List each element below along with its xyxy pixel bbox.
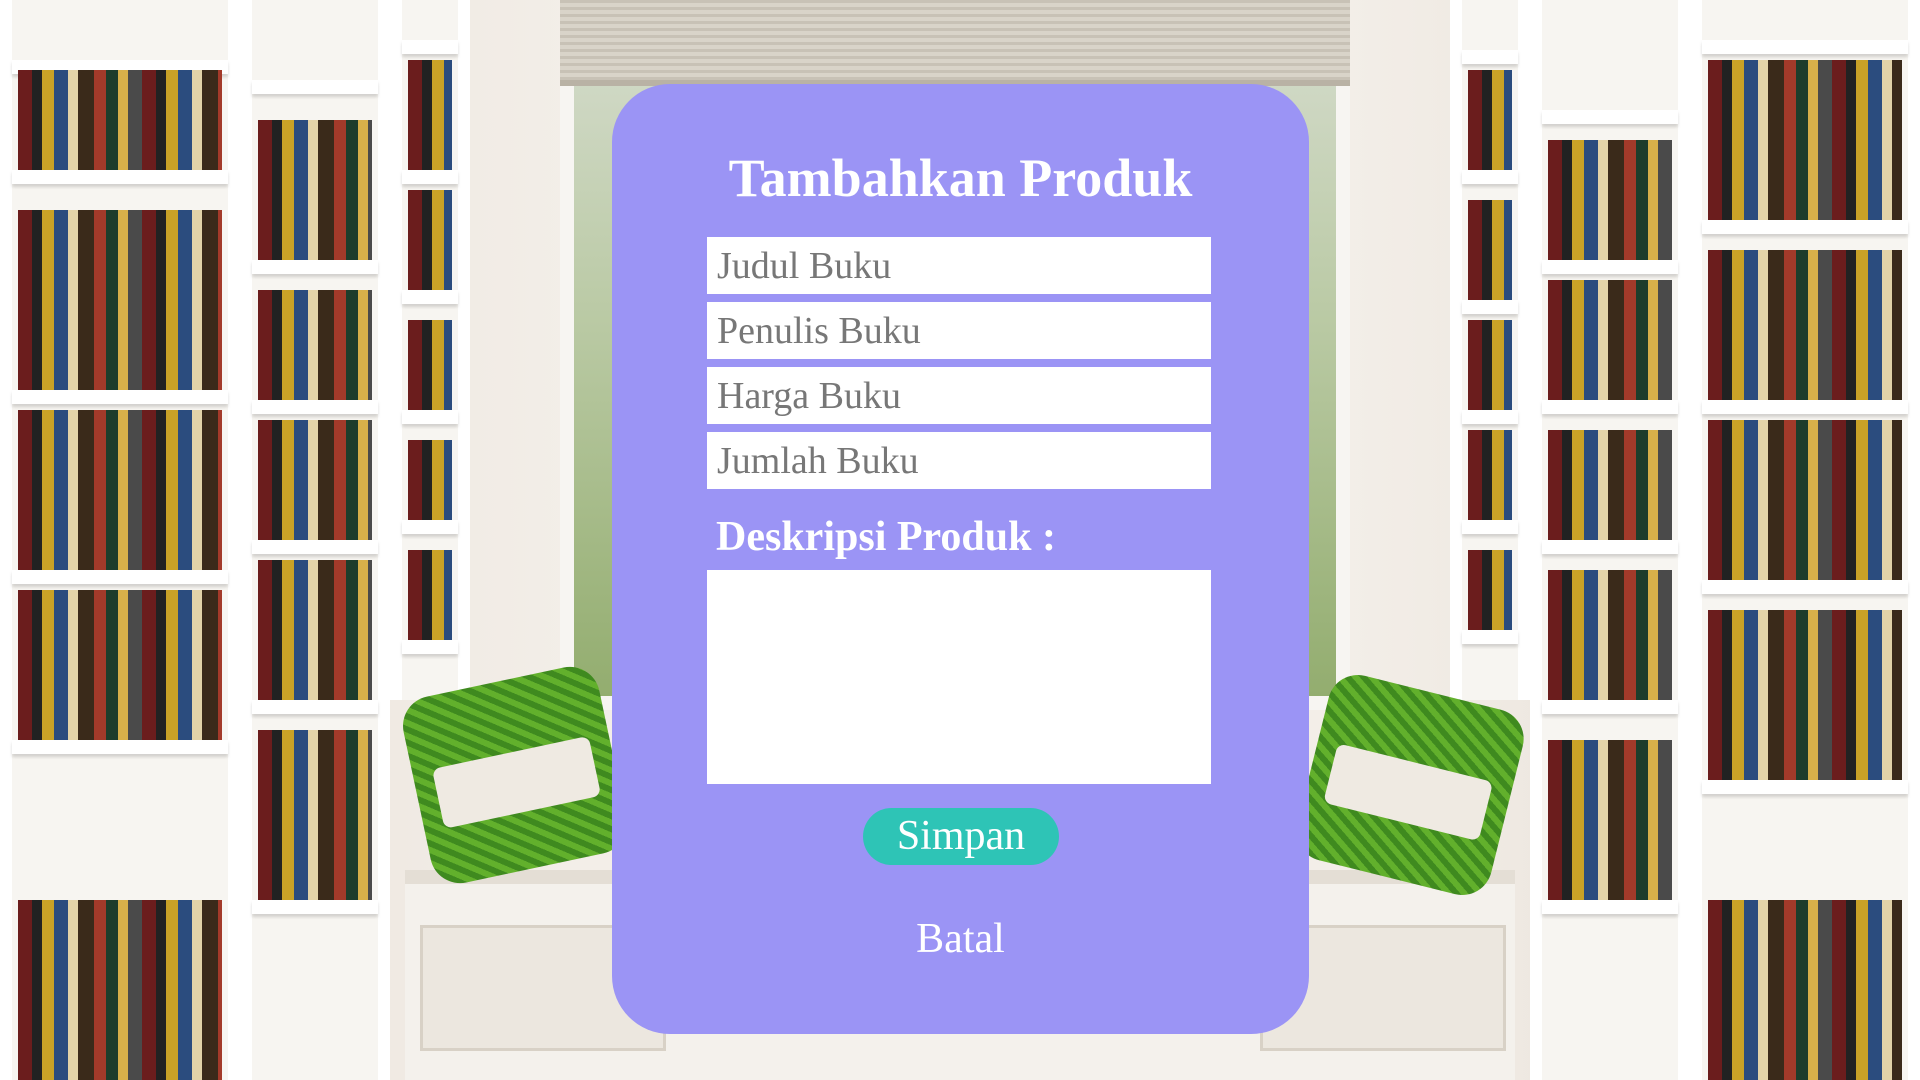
background-bookshelf-right-middle [1530,0,1690,1080]
save-button[interactable]: Simpan [863,808,1059,865]
background-bookshelf-left-middle [240,0,390,1080]
book-author-input[interactable] [707,302,1211,359]
dialog-title: Tambahkan Produk [728,148,1193,208]
background-window-blind [560,0,1350,86]
background-bookshelf-right [1690,0,1920,1080]
add-product-dialog: Tambahkan Produk Deskripsi Produk : Simp… [612,84,1309,1034]
background-pillow-left [397,661,633,889]
book-price-input[interactable] [707,367,1211,424]
book-quantity-input[interactable] [707,432,1211,489]
cancel-link[interactable]: Batal [612,914,1309,964]
app-screen: Tambahkan Produk Deskripsi Produk : Simp… [0,0,1920,1080]
description-label: Deskripsi Produk : [716,514,1056,560]
description-textarea[interactable] [707,570,1211,784]
background-bookshelf-right-inner [1450,0,1530,700]
background-bookshelf-left [0,0,240,1080]
book-title-input[interactable] [707,237,1211,294]
background-bookshelf-left-inner [390,0,470,700]
